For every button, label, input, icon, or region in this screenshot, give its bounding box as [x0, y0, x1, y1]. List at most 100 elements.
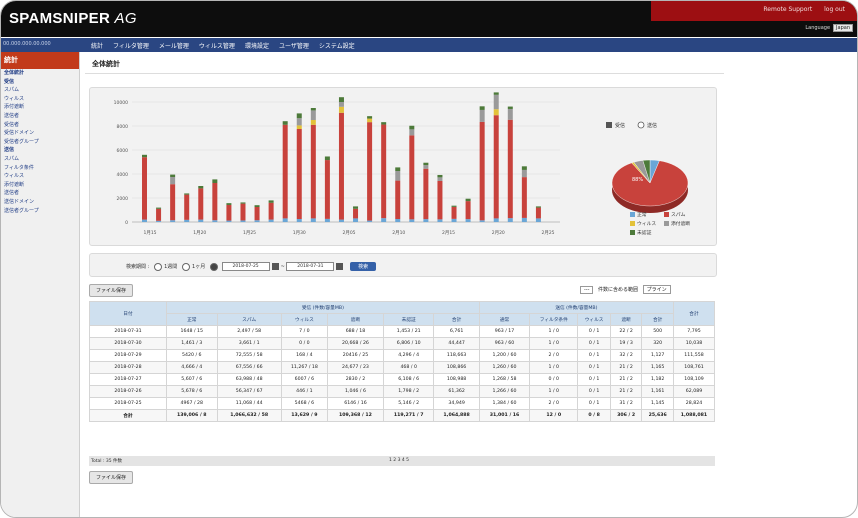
bar-正常 — [296, 219, 302, 222]
table-cell: 2018-07-28 — [89, 361, 167, 374]
total-count: Total : 35 件数 — [91, 459, 123, 464]
bar-正常 — [381, 218, 387, 222]
sidebar-item[interactable]: 送信者グループ — [1, 207, 79, 216]
table-row[interactable]: 2018-07-30 1,461 / 3 3,661 / 10 / 0 20,668 … — [89, 337, 715, 350]
remote-support-link[interactable]: Remote Support — [763, 6, 812, 13]
col-date[interactable]: 日付 — [89, 301, 167, 326]
bar-スパム — [254, 207, 260, 221]
sidebar-item[interactable]: 受信者グループ — [1, 138, 79, 147]
bar-未認証 — [521, 166, 527, 170]
nav-item-3[interactable]: ウィルス管理 — [199, 43, 235, 50]
nav-item-4[interactable]: 環境設定 — [245, 43, 269, 50]
sidebar-item[interactable]: 送信 — [1, 146, 79, 155]
file-save-button-top[interactable]: ファイル保存 — [89, 284, 134, 297]
y-tick-label: 2000 — [117, 196, 129, 202]
bar-未認証 — [156, 207, 162, 209]
sidebar-item[interactable]: スパム — [1, 86, 79, 95]
sidebar-item[interactable]: 添付遮断 — [1, 103, 79, 112]
table-row[interactable]: 2018-07-28 4,666 / 4 67,556 / 66 11,267 / 1… — [89, 361, 715, 374]
table-cell: 3,661 / 1 — [216, 337, 282, 350]
col-receive-2[interactable]: ウィルス — [280, 313, 328, 326]
bar-未認証 — [437, 174, 443, 178]
date-from-input[interactable]: 2018-07-25 — [221, 262, 270, 271]
bar-添付遮断 — [521, 169, 527, 178]
total-cell: 31,001 / 16 — [478, 409, 531, 422]
sidebar-item[interactable]: 受信 — [1, 78, 79, 87]
bar-未認証 — [409, 125, 415, 130]
table-row[interactable]: 2018-07-31 1648 / 15 2,497 / 58 7 / 0 688 / … — [89, 325, 715, 338]
sidebar-item[interactable]: 受信ドメイン — [1, 129, 79, 138]
bar-ウィルス — [493, 109, 499, 116]
radio-1month[interactable] — [182, 262, 191, 271]
main-nav: 00.000.000.00.000 統計 フィルタ管理 メール管理 ウィルス管理 環境設… — [1, 38, 857, 52]
date-to-input[interactable]: 2018-07-31 — [286, 262, 335, 271]
sidebar-item[interactable]: 送信ドメイン — [1, 198, 79, 207]
sidebar-item[interactable]: スパム — [1, 155, 79, 164]
sidebar-item[interactable]: 送信者 — [1, 189, 79, 198]
bar-未認証 — [184, 193, 190, 195]
col-receive-0[interactable]: 正常 — [166, 313, 218, 326]
col-send-3[interactable]: 遮断 — [609, 313, 643, 326]
table-row[interactable]: 2018-07-27 5,607 / 6 63,988 / 48 6007 / 6 28… — [89, 373, 715, 386]
col-send-4[interactable]: 合計 — [641, 313, 674, 326]
total-cell: 25,636 — [641, 409, 674, 422]
col-total[interactable]: 合計 — [673, 301, 715, 326]
nav-item-6[interactable]: システム設定 — [319, 43, 355, 50]
main-content: 全体統計 10000 8000 6000 4000 2000 0 1月15 1月20 1月25 1… — [85, 59, 725, 484]
calendar-icon[interactable] — [336, 263, 344, 270]
nav-item-1[interactable]: フィルタ管理 — [113, 43, 149, 50]
sidebar-item[interactable]: ウィルス — [1, 95, 79, 104]
pagination[interactable]: 1 2 3 4 5 — [389, 458, 409, 463]
bar-スパム — [212, 183, 218, 221]
search-button[interactable]: 検索 — [350, 262, 377, 271]
col-receive-3[interactable]: 遮断 — [326, 313, 384, 326]
bar-正常 — [367, 220, 373, 222]
col-group-send: 送信 (件数/容量MB) — [478, 301, 675, 314]
table-cell: 21 / 2 — [609, 373, 643, 386]
logout-link[interactable]: log out — [824, 6, 845, 13]
pie-legend-label: 未認証 — [637, 229, 652, 236]
sidebar-item[interactable]: 受信者 — [1, 121, 79, 130]
table-cell: 5468 / 6 — [280, 397, 328, 410]
sidebar-item[interactable]: 添付遮断 — [1, 181, 79, 190]
bar-未認証 — [198, 186, 204, 189]
table-cell: 1,200 / 60 — [478, 349, 531, 362]
sidebar-item[interactable]: 全体統計 — [1, 69, 79, 78]
bar-スパム — [367, 122, 373, 221]
col-send-2[interactable]: ウィルス — [577, 313, 611, 326]
sidebar-item[interactable]: 送信者 — [1, 112, 79, 121]
radio-1week[interactable] — [154, 262, 163, 271]
sidebar-active-section[interactable]: 統計 — [1, 52, 79, 69]
search-bar: 検索期間 : 1週間 1ヶ月 2018-07-25 ~ 2018-07-31 検索 — [89, 253, 717, 277]
bar-正常 — [268, 219, 274, 222]
col-receive-5[interactable]: 合計 — [433, 313, 480, 326]
col-receive-4[interactable]: 未認証 — [382, 313, 435, 326]
app-logo[interactable]: SPAMSNIPER AG — [9, 10, 137, 27]
table-cell: 1,453 / 21 — [382, 325, 435, 338]
col-send-1[interactable]: フィルタ条件 — [529, 313, 579, 326]
x-tick-label: 1月20 — [193, 230, 206, 236]
file-save-button-bottom[interactable]: ファイル保存 — [89, 471, 134, 484]
language-select[interactable]: Japan — [833, 24, 853, 32]
bar-正常 — [451, 218, 457, 222]
col-send-0[interactable]: 通常 — [478, 313, 531, 326]
bar-正常 — [465, 219, 471, 222]
table-filters: --- 件数に含める範囲 プライン — [577, 285, 674, 294]
bar-正常 — [423, 219, 429, 222]
table-row[interactable]: 2018-07-29 5420 / 6 72,555 / 58 168 / 4 2041… — [89, 349, 715, 362]
table-row[interactable]: 2018-07-26 5,678 / 6 56,347 / 67 446 / 1 1,0… — [89, 385, 715, 398]
sidebar-item[interactable]: ウィルス — [1, 172, 79, 181]
sidebar-item[interactable]: フィルタ条件 — [1, 164, 79, 173]
nav-item-5[interactable]: ユーザ管理 — [279, 43, 309, 50]
table-row[interactable]: 2018-07-25 4967 / 28 11,068 / 44 5468 / 6 61… — [89, 397, 715, 410]
filter-select-2[interactable]: プライン — [642, 285, 671, 294]
bar-正常 — [156, 220, 162, 222]
bar-未認証 — [226, 203, 232, 205]
table-cell: 2830 / 2 — [326, 373, 384, 386]
nav-item-2[interactable]: メール管理 — [159, 43, 189, 50]
calendar-icon[interactable] — [271, 263, 279, 270]
nav-item-0[interactable]: 統計 — [91, 43, 103, 50]
radio-custom[interactable] — [210, 262, 218, 271]
filter-select-1[interactable]: --- — [580, 286, 594, 294]
col-receive-1[interactable]: スパム — [216, 313, 282, 326]
